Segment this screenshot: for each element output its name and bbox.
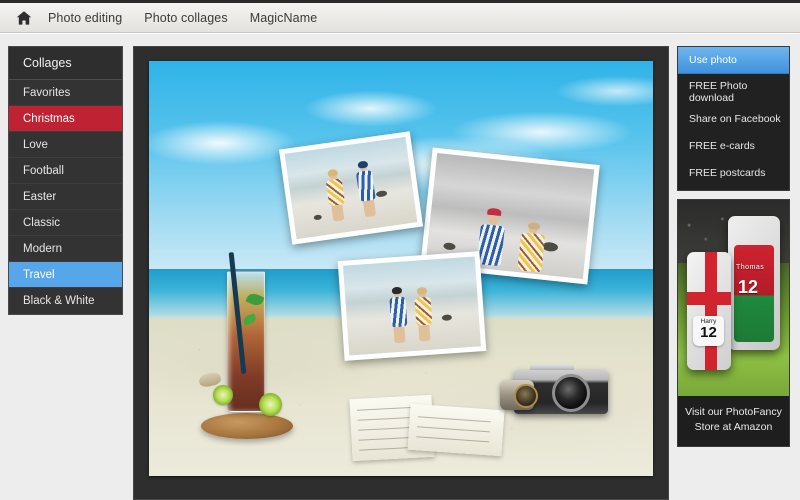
jersey-number-harry: 12	[700, 324, 717, 341]
sidebar-item-easter[interactable]: Easter	[9, 184, 122, 210]
right-rail: Use photo FREE Photo download Share on F…	[677, 46, 790, 447]
camera-lens	[551, 373, 590, 412]
phone-case-harry: Harry 12	[687, 252, 731, 370]
collages-sidebar: Collages Favorites Christmas Love Footba…	[8, 46, 123, 315]
ad-image-phone-cases: Thomas 12 Harry 12	[678, 200, 789, 396]
camera-spare-lens	[499, 379, 538, 410]
jersey-badge-harry: Harry 12	[693, 316, 724, 346]
collage-preview-image[interactable]	[149, 61, 653, 476]
vintage-camera-icon	[499, 356, 608, 414]
print-photo-beach-walk	[284, 136, 418, 239]
lime-slice-icon	[258, 393, 282, 417]
jersey-name-thomas: Thomas	[736, 264, 765, 272]
page-body: Collages Favorites Christmas Love Footba…	[0, 34, 800, 500]
ad-caption[interactable]: Visit our PhotoFancy Store at Amazon	[678, 396, 789, 446]
postcards-group	[349, 393, 511, 462]
rail-item-use-photo[interactable]: Use photo	[678, 47, 789, 74]
collage-photo-print[interactable]	[279, 131, 424, 245]
nav-item-photo-collages[interactable]: Photo collages	[144, 11, 227, 25]
rail-item-free-photo-download[interactable]: FREE Photo download	[678, 78, 789, 105]
collage-stage	[133, 46, 669, 500]
sidebar-item-christmas[interactable]: Christmas	[9, 106, 122, 132]
nav-item-photo-editing[interactable]: Photo editing	[48, 11, 122, 25]
sidebar-item-favorites[interactable]: Favorites	[9, 80, 122, 106]
cocktail-glass	[197, 251, 293, 443]
print-photo-couple	[342, 256, 481, 356]
sidebar-title: Collages	[9, 47, 122, 80]
nav-item-magicname[interactable]: MagicName	[250, 11, 318, 25]
jersey-number-thomas: 12	[738, 276, 759, 297]
sidebar-item-travel[interactable]: Travel	[9, 262, 122, 288]
sidebar-item-black-and-white[interactable]: Black & White	[9, 288, 122, 314]
rail-spacer	[678, 186, 789, 190]
postcard	[407, 404, 505, 457]
home-icon[interactable]	[16, 10, 32, 26]
sidebar-item-modern[interactable]: Modern	[9, 236, 122, 262]
sidebar-item-football[interactable]: Football	[9, 158, 122, 184]
sidebar-item-classic[interactable]: Classic	[9, 210, 122, 236]
main-navbar: Photo editing Photo collages MagicName	[0, 3, 800, 33]
collage-photo-print[interactable]	[337, 251, 486, 361]
app-window: Photo editing Photo collages MagicName C…	[0, 0, 800, 500]
rail-item-share-on-facebook[interactable]: Share on Facebook	[678, 105, 789, 132]
lime-slice-icon	[212, 384, 233, 405]
rail-item-free-postcards[interactable]: FREE postcards	[678, 159, 789, 186]
phone-case-thomas: Thomas 12	[728, 216, 780, 350]
sidebar-item-love[interactable]: Love	[9, 132, 122, 158]
ad-caption-line-2: Store at Amazon	[694, 421, 773, 433]
england-flag-stripe	[705, 252, 718, 370]
photo-actions-panel: Use photo FREE Photo download Share on F…	[677, 46, 790, 191]
wood-board-icon	[200, 412, 293, 439]
rail-item-free-e-cards[interactable]: FREE e-cards	[678, 132, 789, 159]
amazon-store-ad[interactable]: Thomas 12 Harry 12 Visit our PhotoFancy	[677, 199, 790, 447]
ad-caption-line-1: Visit our PhotoFancy	[685, 406, 782, 418]
